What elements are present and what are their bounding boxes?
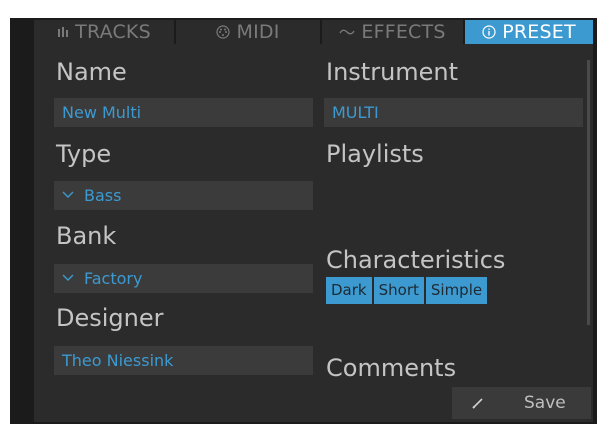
type-value: Bass <box>84 186 122 205</box>
type-dropdown[interactable]: Bass <box>54 181 313 210</box>
tab-preset-label: PRESET <box>502 21 576 43</box>
designer-field[interactable]: Theo Niessink <box>54 346 313 375</box>
instrument-field: MULTI <box>324 98 583 127</box>
name-value: New Multi <box>62 103 142 122</box>
name-field[interactable]: New Multi <box>54 98 313 127</box>
characteristic-tag[interactable]: Short <box>373 277 424 304</box>
characteristic-tag[interactable]: Simple <box>425 277 488 304</box>
tab-preset[interactable]: PRESET <box>465 20 593 44</box>
bank-value: Factory <box>84 269 143 288</box>
designer-label: Designer <box>56 304 164 332</box>
tracks-icon <box>57 26 69 38</box>
pencil-icon <box>470 396 486 410</box>
characteristics-tags: Dark Short Simple <box>326 277 488 304</box>
tab-effects-label: EFFECTS <box>361 21 446 43</box>
save-button[interactable]: Save <box>452 387 591 419</box>
midi-icon <box>216 25 231 39</box>
tab-effects[interactable]: EFFECTS <box>322 20 465 44</box>
tab-tracks[interactable]: TRACKS <box>34 20 176 44</box>
chevron-down-icon <box>62 181 74 210</box>
comments-label: Comments <box>326 354 457 382</box>
tab-midi-label: MIDI <box>236 21 280 43</box>
tab-bar: TRACKS MIDI EFFECTS PRESET <box>34 20 593 44</box>
chevron-down-icon <box>62 264 74 293</box>
playlists-label: Playlists <box>326 140 424 168</box>
tab-midi[interactable]: MIDI <box>176 20 322 44</box>
tab-tracks-label: TRACKS <box>75 21 151 43</box>
name-label: Name <box>56 58 127 86</box>
bank-dropdown[interactable]: Factory <box>54 264 313 293</box>
scrollbar[interactable] <box>587 60 590 325</box>
bank-label: Bank <box>56 222 117 250</box>
save-label: Save <box>524 393 566 413</box>
instrument-value: MULTI <box>332 103 379 122</box>
designer-value: Theo Niessink <box>62 351 174 370</box>
characteristic-tag[interactable]: Dark <box>326 277 372 304</box>
instrument-label: Instrument <box>326 58 459 86</box>
info-icon <box>482 25 496 39</box>
type-label: Type <box>56 140 112 168</box>
characteristics-label: Characteristics <box>326 246 506 274</box>
effects-icon <box>339 27 355 37</box>
